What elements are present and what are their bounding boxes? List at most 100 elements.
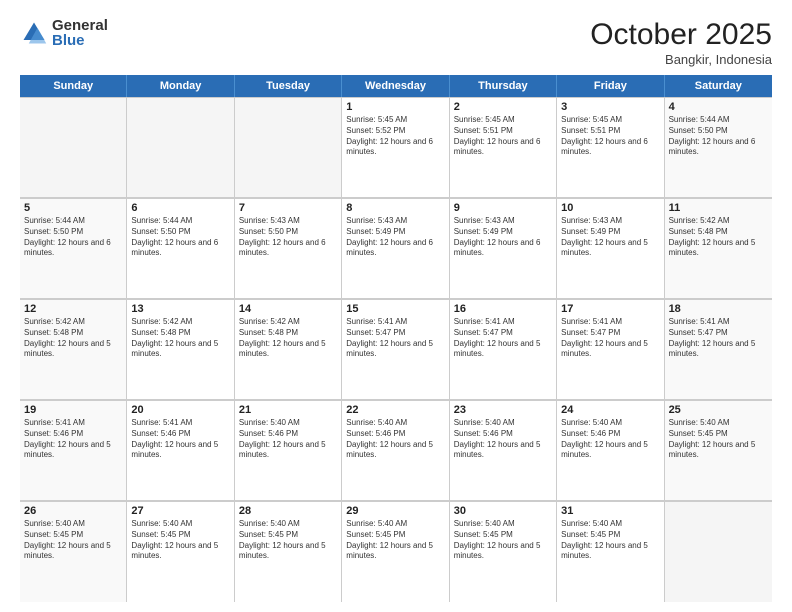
day-number: 12 <box>24 303 122 315</box>
day-info: Sunrise: 5:40 AMSunset: 5:45 PMDaylight:… <box>669 418 768 461</box>
day-cell-20: 20Sunrise: 5:41 AMSunset: 5:46 PMDayligh… <box>127 400 234 500</box>
day-info: Sunrise: 5:44 AMSunset: 5:50 PMDaylight:… <box>24 216 122 259</box>
day-info: Sunrise: 5:42 AMSunset: 5:48 PMDaylight:… <box>669 216 768 259</box>
day-cell-21: 21 Sunrise: 5:40 AMSunset: 5:46 PMDayligh… <box>235 400 342 500</box>
day-number: 9 <box>454 202 552 214</box>
header: General Blue October 2025 Bangkir, Indon… <box>20 18 772 67</box>
weekday-header-tuesday: Tuesday <box>235 75 342 97</box>
day-info: Sunrise: 5:41 AMSunset: 5:46 PMDaylight:… <box>24 418 122 461</box>
day-cell-24: 24 Sunrise: 5:40 AMSunset: 5:46 PMDayligh… <box>557 400 664 500</box>
day-info: Sunrise: 5:40 AMSunset: 5:45 PMDaylight:… <box>239 519 337 562</box>
day-number: 4 <box>669 101 768 113</box>
day-info: Sunrise: 5:44 AMSunset: 5:50 PMDaylight:… <box>131 216 229 259</box>
weekday-header-wednesday: Wednesday <box>342 75 449 97</box>
day-cell-27: 27Sunrise: 5:40 AMSunset: 5:45 PMDayligh… <box>127 501 234 602</box>
day-info: Sunrise: 5:42 AMSunset: 5:48 PMDaylight:… <box>239 317 337 360</box>
day-info: Sunrise: 5:42 AMSunset: 5:48 PMDaylight:… <box>24 317 122 360</box>
day-number: 1 <box>346 101 444 113</box>
title-block: October 2025 Bangkir, Indonesia <box>590 18 772 67</box>
month-title: October 2025 <box>590 18 772 52</box>
day-cell-12: 12 Sunrise: 5:42 AMSunset: 5:48 PMDayligh… <box>20 299 127 399</box>
day-number: 13 <box>131 303 229 315</box>
day-info: Sunrise: 5:40 AMSunset: 5:46 PMDaylight:… <box>346 418 444 461</box>
day-number: 21 <box>239 404 337 416</box>
day-info: Sunrise: 5:40 AMSunset: 5:46 PMDaylight:… <box>454 418 552 461</box>
logo-icon <box>20 19 48 47</box>
day-number: 19 <box>24 404 122 416</box>
day-cell-7: 7 Sunrise: 5:43 AMSunset: 5:50 PMDaylight… <box>235 198 342 298</box>
page: General Blue October 2025 Bangkir, Indon… <box>0 0 792 612</box>
day-number: 26 <box>24 505 122 517</box>
day-info: Sunrise: 5:40 AMSunset: 5:45 PMDaylight:… <box>561 519 659 562</box>
day-cell-25: 25 Sunrise: 5:40 AMSunset: 5:45 PMDayligh… <box>665 400 772 500</box>
day-cell-3: 3Sunrise: 5:45 AMSunset: 5:51 PMDaylight… <box>557 97 664 197</box>
day-cell-6: 6 Sunrise: 5:44 AMSunset: 5:50 PMDaylight… <box>127 198 234 298</box>
empty-cell <box>127 97 234 197</box>
day-number: 24 <box>561 404 659 416</box>
calendar-header: SundayMondayTuesdayWednesdayThursdayFrid… <box>20 75 772 97</box>
day-info: Sunrise: 5:40 AMSunset: 5:46 PMDaylight:… <box>561 418 659 461</box>
day-info: Sunrise: 5:41 AMSunset: 5:47 PMDaylight:… <box>454 317 552 360</box>
day-cell-8: 8 Sunrise: 5:43 AMSunset: 5:49 PMDaylight… <box>342 198 449 298</box>
day-number: 31 <box>561 505 659 517</box>
day-number: 2 <box>454 101 552 113</box>
calendar-body: 1 Sunrise: 5:45 AMSunset: 5:52 PMDaylight… <box>20 97 772 602</box>
day-cell-31: 31 Sunrise: 5:40 AMSunset: 5:45 PMDayligh… <box>557 501 664 602</box>
logo-general: General <box>52 18 108 33</box>
day-number: 5 <box>24 202 122 214</box>
day-number: 7 <box>239 202 337 214</box>
day-number: 25 <box>669 404 768 416</box>
day-cell-4: 4Sunrise: 5:44 AMSunset: 5:50 PMDaylight… <box>665 97 772 197</box>
weekday-header-thursday: Thursday <box>450 75 557 97</box>
day-number: 10 <box>561 202 659 214</box>
day-cell-28: 28Sunrise: 5:40 AMSunset: 5:45 PMDayligh… <box>235 501 342 602</box>
weekday-header-friday: Friday <box>557 75 664 97</box>
day-cell-11: 11Sunrise: 5:42 AMSunset: 5:48 PMDayligh… <box>665 198 772 298</box>
day-cell-26: 26 Sunrise: 5:40 AMSunset: 5:45 PMDayligh… <box>20 501 127 602</box>
weekday-header-saturday: Saturday <box>665 75 772 97</box>
week-row-2: 12 Sunrise: 5:42 AMSunset: 5:48 PMDayligh… <box>20 299 772 400</box>
day-info: Sunrise: 5:45 AMSunset: 5:51 PMDaylight:… <box>561 115 659 158</box>
day-info: Sunrise: 5:40 AMSunset: 5:46 PMDaylight:… <box>239 418 337 461</box>
calendar: SundayMondayTuesdayWednesdayThursdayFrid… <box>20 75 772 602</box>
weekday-header-monday: Monday <box>127 75 234 97</box>
day-info: Sunrise: 5:45 AMSunset: 5:51 PMDaylight:… <box>454 115 552 158</box>
day-cell-30: 30 Sunrise: 5:40 AMSunset: 5:45 PMDayligh… <box>450 501 557 602</box>
day-info: Sunrise: 5:41 AMSunset: 5:46 PMDaylight:… <box>131 418 229 461</box>
day-cell-18: 18Sunrise: 5:41 AMSunset: 5:47 PMDayligh… <box>665 299 772 399</box>
day-cell-22: 22Sunrise: 5:40 AMSunset: 5:46 PMDayligh… <box>342 400 449 500</box>
day-info: Sunrise: 5:45 AMSunset: 5:52 PMDaylight:… <box>346 115 444 158</box>
day-info: Sunrise: 5:40 AMSunset: 5:45 PMDaylight:… <box>346 519 444 562</box>
week-row-3: 19 Sunrise: 5:41 AMSunset: 5:46 PMDayligh… <box>20 400 772 501</box>
empty-cell <box>20 97 127 197</box>
day-number: 16 <box>454 303 552 315</box>
day-cell-5: 5 Sunrise: 5:44 AMSunset: 5:50 PMDaylight… <box>20 198 127 298</box>
day-cell-9: 9 Sunrise: 5:43 AMSunset: 5:49 PMDaylight… <box>450 198 557 298</box>
day-info: Sunrise: 5:43 AMSunset: 5:49 PMDaylight:… <box>346 216 444 259</box>
day-info: Sunrise: 5:40 AMSunset: 5:45 PMDaylight:… <box>454 519 552 562</box>
day-info: Sunrise: 5:43 AMSunset: 5:49 PMDaylight:… <box>454 216 552 259</box>
logo-text: General Blue <box>52 18 108 48</box>
day-info: Sunrise: 5:40 AMSunset: 5:45 PMDaylight:… <box>24 519 122 562</box>
day-number: 23 <box>454 404 552 416</box>
day-number: 29 <box>346 505 444 517</box>
day-cell-23: 23 Sunrise: 5:40 AMSunset: 5:46 PMDayligh… <box>450 400 557 500</box>
day-cell-14: 14Sunrise: 5:42 AMSunset: 5:48 PMDayligh… <box>235 299 342 399</box>
week-row-0: 1 Sunrise: 5:45 AMSunset: 5:52 PMDaylight… <box>20 97 772 198</box>
day-number: 6 <box>131 202 229 214</box>
logo-blue: Blue <box>52 33 108 48</box>
day-number: 27 <box>131 505 229 517</box>
day-info: Sunrise: 5:42 AMSunset: 5:48 PMDaylight:… <box>131 317 229 360</box>
day-cell-16: 16 Sunrise: 5:41 AMSunset: 5:47 PMDayligh… <box>450 299 557 399</box>
day-info: Sunrise: 5:43 AMSunset: 5:50 PMDaylight:… <box>239 216 337 259</box>
day-number: 18 <box>669 303 768 315</box>
day-cell-17: 17Sunrise: 5:41 AMSunset: 5:47 PMDayligh… <box>557 299 664 399</box>
empty-cell <box>235 97 342 197</box>
weekday-header-sunday: Sunday <box>20 75 127 97</box>
location: Bangkir, Indonesia <box>590 52 772 67</box>
day-info: Sunrise: 5:43 AMSunset: 5:49 PMDaylight:… <box>561 216 659 259</box>
day-number: 30 <box>454 505 552 517</box>
day-number: 8 <box>346 202 444 214</box>
empty-cell <box>665 501 772 602</box>
day-cell-13: 13 Sunrise: 5:42 AMSunset: 5:48 PMDayligh… <box>127 299 234 399</box>
